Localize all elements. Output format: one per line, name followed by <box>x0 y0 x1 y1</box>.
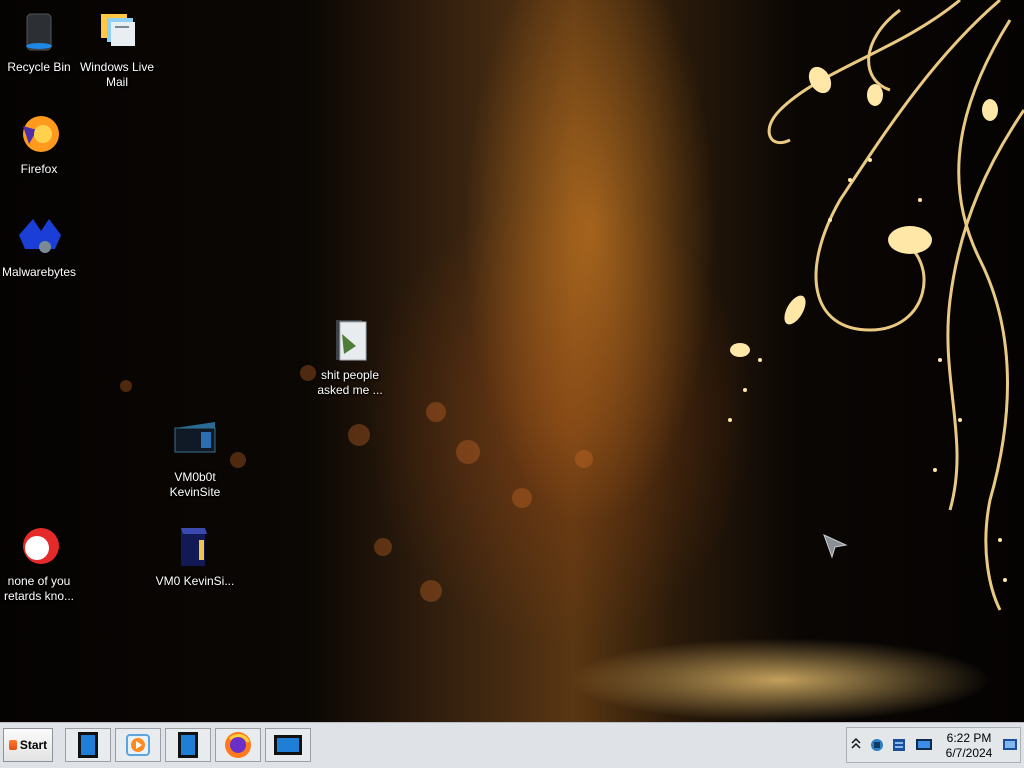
desktop-icon-recycle-bin[interactable]: Recycle Bin <box>0 8 79 75</box>
desktop-icon-malwarebytes[interactable]: Malwarebytes <box>0 213 79 280</box>
wallpaper-bokeh <box>456 440 480 464</box>
desktop-icon-label: Windows Live Mail <box>79 60 155 89</box>
start-button[interactable]: Start <box>3 728 53 762</box>
taskbar-button-window-1[interactable] <box>65 728 111 762</box>
start-logo-icon <box>8 740 17 750</box>
server-icon[interactable] <box>891 737 907 753</box>
media-player-icon <box>126 734 150 756</box>
wallpaper-bokeh <box>420 580 442 602</box>
desktop-icon-label: VM0b0t KevinSite <box>169 470 221 499</box>
taskbar-button-monitor[interactable] <box>265 728 311 762</box>
blue-window-icon <box>78 732 98 758</box>
wallpaper-swirl <box>728 0 1024 611</box>
wallpaper-bokeh <box>374 538 392 556</box>
windows-live-mail-icon <box>101 14 135 46</box>
taskbar-button-media-player[interactable] <box>115 728 161 762</box>
wallpaper-arrow-shape <box>823 534 848 559</box>
desktop-icon-label: shit people asked me ... <box>317 368 383 397</box>
taskbar-button-firefox[interactable] <box>215 728 261 762</box>
notification-icon[interactable] <box>1002 737 1018 753</box>
app-shortcut-icon <box>181 528 207 566</box>
desktop-icon-label: none of you retards kno... <box>3 574 75 603</box>
blue-window-icon <box>178 732 198 758</box>
monitor-icon <box>274 735 302 755</box>
system-tray: 6:22 PM 6/7/2024 <box>846 727 1021 763</box>
desktop-icon-none-of-you[interactable]: none of you retards kno... <box>0 522 79 604</box>
desktop-icon-label: VM0 KevinSi... <box>155 574 235 588</box>
display-icon[interactable] <box>915 737 933 753</box>
recycle-bin-icon <box>26 13 52 51</box>
wallpaper-bokeh <box>348 424 370 446</box>
start-label: Start <box>19 738 48 752</box>
wallpaper-bokeh <box>120 380 132 392</box>
desktop-wallpaper: Recycle Bin Windows Live Mail Firefox Ma… <box>0 0 1024 722</box>
wallpaper-bokeh <box>575 450 593 468</box>
app-shortcut-icon <box>23 528 59 564</box>
taskbar: Start 6:22 PM 6/7/2024 <box>0 722 1024 768</box>
desktop-icon-firefox[interactable]: Firefox <box>0 110 79 177</box>
desktop-icon-vm0b0t-kevinsite[interactable]: VM0b0t KevinSite <box>155 418 235 500</box>
chevron-up-icon[interactable] <box>851 737 861 751</box>
taskbar-button-window-2[interactable] <box>165 728 211 762</box>
malwarebytes-icon <box>19 219 61 253</box>
desktop-icon-windows-live-mail[interactable]: Windows Live Mail <box>77 8 157 90</box>
desktop-icon-folder[interactable]: shit people asked me ... <box>310 316 390 398</box>
desktop-icon-label: Malwarebytes <box>1 265 77 279</box>
clock-time[interactable]: 6:22 PM <box>939 731 999 745</box>
network-icon[interactable] <box>869 737 885 753</box>
firefox-icon <box>225 732 251 758</box>
app-shortcut-icon <box>174 422 216 453</box>
wallpaper-bokeh <box>512 488 532 508</box>
desktop-icon-vm0-kevinsite[interactable]: VM0 KevinSi... <box>155 522 235 589</box>
desktop-icon-label: Firefox <box>20 162 58 176</box>
clock-date[interactable]: 6/7/2024 <box>939 746 999 760</box>
wallpaper-bokeh <box>426 402 446 422</box>
firefox-icon <box>23 116 59 152</box>
desktop-icon-label: Recycle Bin <box>7 60 71 74</box>
folder-icon <box>336 320 367 361</box>
